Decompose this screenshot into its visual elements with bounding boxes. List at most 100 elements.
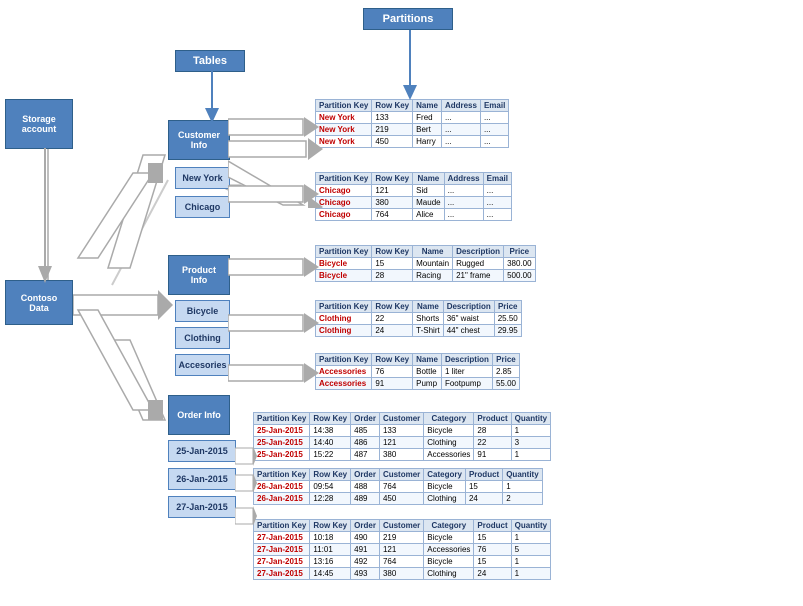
table-cell: ... (483, 185, 511, 197)
table-cell: Bicycle (316, 270, 372, 282)
table-cell: Bicycle (316, 258, 372, 270)
table-cell: 25-Jan-2015 (254, 437, 310, 449)
col-header: Name (413, 100, 442, 112)
col-header: Description (453, 246, 504, 258)
table-cell: 91 (474, 449, 511, 461)
table-row: Clothing24T-Shirt44" chest29.95 (316, 325, 522, 337)
table-cell: 13:16 (310, 556, 351, 568)
table-cell: ... (444, 185, 483, 197)
table-cell: 133 (379, 425, 423, 437)
col-header: Partition Key (254, 469, 310, 481)
arrow-clothing-table (228, 312, 320, 334)
col-header: Partition Key (316, 173, 372, 185)
col-header: Row Key (310, 413, 351, 425)
table-cell: Maude (413, 197, 444, 209)
table-cell: 488 (351, 481, 380, 493)
table-cell: 1 (511, 532, 550, 544)
order-jan25-table: Partition KeyRow KeyOrderCustomerCategor… (253, 412, 551, 461)
col-header: Customer (379, 520, 423, 532)
partition-new-york: New York (175, 167, 230, 189)
table-cell: Shorts (413, 313, 444, 325)
contoso-data-box: Contoso Data (5, 280, 73, 325)
table-cell: 27-Jan-2015 (254, 544, 310, 556)
table-cell: Mountain (413, 258, 453, 270)
arrow-accessories-table (228, 362, 320, 384)
arrow-jan27-table (235, 505, 257, 527)
table-cell: 1 (511, 449, 550, 461)
table-row: 26-Jan-201509:54488764Bicycle151 (254, 481, 543, 493)
col-header: Address (444, 173, 483, 185)
table-cell: 25.50 (494, 313, 521, 325)
table-cell: New York (316, 124, 372, 136)
table-row: Bicycle28Racing21" frame500.00 (316, 270, 536, 282)
table-cell: 28 (474, 425, 511, 437)
table-cell: 22 (474, 437, 511, 449)
table-cell: Chicago (316, 209, 372, 221)
col-header: Category (424, 520, 474, 532)
table-cell: 11:01 (310, 544, 351, 556)
col-header: Partition Key (316, 246, 372, 258)
table-row: Chicago380Maude...... (316, 197, 512, 209)
col-header: Row Key (310, 469, 351, 481)
table-cell: 486 (351, 437, 380, 449)
table-cell: 55.00 (492, 378, 519, 390)
table-cell: 133 (372, 112, 413, 124)
table-cell: ... (480, 136, 508, 148)
table-cell: 1 (511, 568, 550, 580)
arrow-customer-ny (228, 138, 323, 160)
partition-jan25: 25-Jan-2015 (168, 440, 236, 462)
table-cell: Clothing (424, 437, 474, 449)
col-header: Email (483, 173, 511, 185)
table-cell: Bert (413, 124, 442, 136)
col-header: Partition Key (254, 413, 310, 425)
table-cell: 76 (474, 544, 511, 556)
arrow-chicago-table (228, 183, 320, 205)
arrow-bicycle-table (228, 256, 320, 278)
col-header: Row Key (372, 100, 413, 112)
table-cell: 1 (511, 556, 550, 568)
table-cell: Accessories (424, 449, 474, 461)
table-cell: 36" waist (443, 313, 494, 325)
table-cell: 15 (465, 481, 502, 493)
table-cell: ... (483, 209, 511, 221)
table-row: 25-Jan-201514:40486121Clothing223 (254, 437, 551, 449)
col-header: Category (424, 469, 466, 481)
table-cell: Harry (413, 136, 442, 148)
table-cell: New York (316, 112, 372, 124)
table-cell: 485 (351, 425, 380, 437)
col-header: Customer (379, 413, 423, 425)
table-cell: 2.85 (492, 366, 519, 378)
col-header: Address (441, 100, 480, 112)
table-cell: 27-Jan-2015 (254, 532, 310, 544)
partition-bicycle: Bicycle (175, 300, 230, 322)
col-header: Partition Key (316, 354, 372, 366)
table-cell: 21" frame (453, 270, 504, 282)
table-cell: 25-Jan-2015 (254, 425, 310, 437)
table-cell: Chicago (316, 185, 372, 197)
table-cell: 121 (379, 544, 423, 556)
col-header: Partition Key (316, 301, 372, 313)
order-jan27-table: Partition KeyRow KeyOrderCustomerCategor… (253, 519, 551, 580)
col-header: Product (465, 469, 502, 481)
table-cell: 29.95 (494, 325, 521, 337)
arrow-partitions-down (400, 30, 420, 100)
col-header: Order (351, 413, 380, 425)
arrow-storage-down (30, 148, 60, 283)
table-cell: 764 (372, 209, 413, 221)
table-cell: 10:18 (310, 532, 351, 544)
partition-jan26: 26-Jan-2015 (168, 468, 236, 490)
arrow-contoso-customer (73, 158, 173, 268)
col-header: Quantity (511, 413, 550, 425)
table-cell: 27-Jan-2015 (254, 556, 310, 568)
table-cell: Racing (413, 270, 453, 282)
table-row: 25-Jan-201514:38485133Bicycle281 (254, 425, 551, 437)
table-row: 27-Jan-201514:45493380Clothing241 (254, 568, 551, 580)
col-header: Description (441, 354, 492, 366)
table-cell: 15 (474, 532, 511, 544)
col-header: Row Key (372, 246, 413, 258)
table-cell: Bicycle (424, 481, 466, 493)
table-cell: ... (480, 112, 508, 124)
table-row: 27-Jan-201513:16492764Bicycle151 (254, 556, 551, 568)
table-cell: Bicycle (424, 556, 474, 568)
diagram: Partitions Tables Storage account Contos… (0, 0, 803, 606)
